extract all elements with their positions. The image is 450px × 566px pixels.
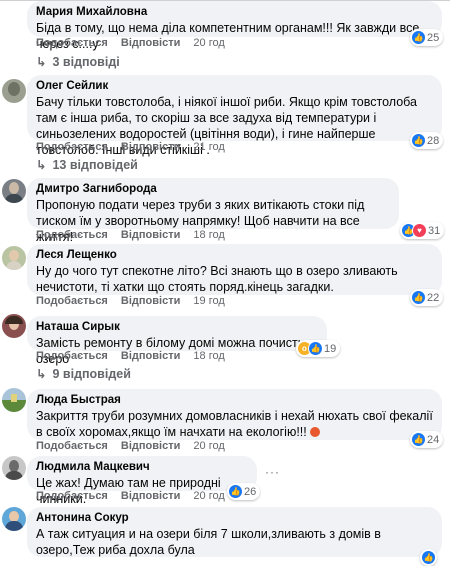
avatar[interactable] xyxy=(2,314,26,338)
comment-bubble: Дмитро Загниборода Пропоную подати через… xyxy=(27,178,399,244)
comment-bubble: Леся Лещенко Ну до чого тут спекотне літ… xyxy=(27,244,442,295)
avatar[interactable] xyxy=(2,79,26,103)
comment-bubble: Олег Сейлик Бачу тільки товстолоба, і ні… xyxy=(27,75,442,157)
reaction-count[interactable]: 👍 ♥ 31 xyxy=(400,222,445,239)
avatar[interactable] xyxy=(2,179,26,203)
like-button[interactable]: Подобається xyxy=(36,229,108,241)
comment-author[interactable]: Дмитро Загниборода xyxy=(36,181,390,197)
love-reaction-icon: ♥ xyxy=(413,224,426,237)
comment-timestamp[interactable]: 20 год xyxy=(193,37,224,49)
comment-author[interactable]: Олег Сейлик xyxy=(36,78,433,94)
comment-author[interactable]: Люда Быстрая xyxy=(36,392,433,408)
reply-button[interactable]: Відповісти xyxy=(121,229,180,241)
comment-actions: Подобається Відповісти 18 год xyxy=(36,229,235,241)
reaction-count[interactable]: 👍 xyxy=(420,549,437,566)
avatar[interactable] xyxy=(2,507,26,531)
like-reaction-icon: 👍 xyxy=(309,342,322,355)
avatar[interactable] xyxy=(2,456,26,480)
reply-button[interactable]: Відповісти xyxy=(121,295,180,307)
like-button[interactable]: Подобається xyxy=(36,350,108,362)
avatar[interactable] xyxy=(2,388,26,412)
comment-text: А таж ситуация и на озери біля 7 школи,з… xyxy=(36,527,381,557)
comment-bubble: Люда Быстрая Закриття труби розумних дом… xyxy=(27,389,442,440)
view-replies-link[interactable]: ↳ 13 відповідей xyxy=(36,157,138,173)
like-reaction-icon: 👍 xyxy=(422,551,435,564)
reaction-count[interactable]: 👍 24 xyxy=(410,431,444,448)
reaction-count[interactable]: 👍 25 xyxy=(410,29,444,46)
comment-author[interactable]: Леся Лещенко xyxy=(36,247,433,263)
like-reaction-icon: 👍 xyxy=(412,433,425,446)
like-reaction-icon: 👍 xyxy=(412,291,425,304)
reaction-count[interactable]: o 👍 19 xyxy=(296,340,341,357)
like-reaction-icon: 👍 xyxy=(412,134,425,147)
reaction-count[interactable]: 👍 22 xyxy=(410,289,444,306)
comment-actions: Подобається Відповісти 19 год xyxy=(36,295,235,307)
reply-button[interactable]: Відповісти xyxy=(121,490,180,502)
reply-button[interactable]: Відповісти xyxy=(121,37,180,49)
like-button[interactable]: Подобається xyxy=(36,37,108,49)
comment-bubble: Антонина Сокур А таж ситуация и на озери… xyxy=(27,507,442,557)
comment-bubble: Мария Михайловна Біда в тому, що нема ді… xyxy=(27,1,442,51)
comment-actions: Подобається Відповісти 20 год xyxy=(36,440,235,452)
comment-actions: Подобається Відповісти 20 год xyxy=(36,490,235,502)
avatar[interactable] xyxy=(2,246,26,270)
like-button[interactable]: Подобається xyxy=(36,440,108,452)
reply-arrow-icon: ↳ xyxy=(36,367,47,381)
comment-timestamp[interactable]: 20 год xyxy=(193,490,224,502)
view-replies-link[interactable]: ↳ 3 відповіді xyxy=(36,54,120,70)
comment-author[interactable]: Наташа Сирык xyxy=(36,319,318,335)
reply-button[interactable]: Відповісти xyxy=(121,141,180,153)
angry-face-icon xyxy=(310,427,321,437)
reply-arrow-icon: ↳ xyxy=(36,158,47,172)
view-replies-link[interactable]: ↳ 9 відповідей xyxy=(36,366,131,382)
more-options-icon[interactable]: ··· xyxy=(265,465,280,479)
comment-timestamp[interactable]: 18 год xyxy=(193,350,224,362)
reply-button[interactable]: Відповісти xyxy=(121,350,180,362)
like-button[interactable]: Подобається xyxy=(36,490,108,502)
like-button[interactable]: Подобається xyxy=(36,295,108,307)
comment-author[interactable]: Людмила Мацкевич xyxy=(36,459,248,475)
comment-timestamp[interactable]: 18 год xyxy=(193,229,224,241)
reply-button[interactable]: Відповісти xyxy=(121,440,180,452)
comment-timestamp[interactable]: 20 год xyxy=(193,440,224,452)
comment-timestamp[interactable]: 21 год xyxy=(193,141,224,153)
comment-actions: Подобається Відповісти 21 год xyxy=(36,141,235,153)
comment-bubble: Людмила Мацкевич Це жах! Думаю там не пр… xyxy=(27,456,257,506)
comment-timestamp[interactable]: 19 год xyxy=(193,295,224,307)
comment-text: Ну до чого тут спекотне літо? Всі знають… xyxy=(36,264,398,294)
reply-arrow-icon: ↳ xyxy=(36,55,47,69)
comment-actions: Подобається Відповісти 20 год xyxy=(36,37,235,49)
comment-bubble: Наташа Сирык Замість ремонту в білому до… xyxy=(27,316,327,366)
comment-author[interactable]: Мария Михайловна xyxy=(36,4,433,20)
comment-author[interactable]: Антонина Сокур xyxy=(36,510,433,526)
reaction-count[interactable]: 👍 28 xyxy=(410,132,444,149)
like-reaction-icon: 👍 xyxy=(412,31,425,44)
comment-actions: Подобається Відповісти 18 год xyxy=(36,350,235,362)
like-button[interactable]: Подобається xyxy=(36,141,108,153)
comment-text: Закриття труби розумних домовласників і … xyxy=(36,409,433,439)
